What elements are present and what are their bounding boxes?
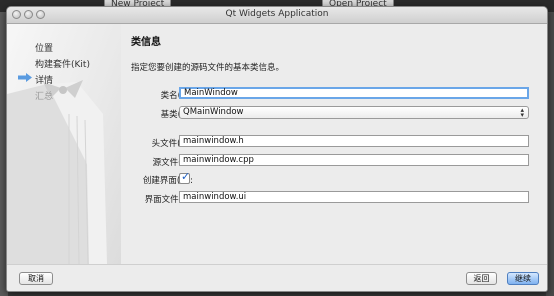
sidebar-item-location[interactable]: 位置	[35, 41, 53, 54]
sidebar-item-summary[interactable]: 汇总	[35, 89, 53, 102]
base-class-select[interactable]: QMainWindow ▴ ▾	[179, 106, 529, 119]
wizard-sidebar: 位置 构建套件(Kit) 详情 汇总	[7, 24, 121, 264]
wizard-window: Qt Widgets Application 位置 构建套件(Kit) 详情 汇…	[6, 6, 548, 292]
page-title: 类信息	[131, 37, 161, 48]
page-description: 指定您要创建的源码文件的基本类信息。	[131, 63, 285, 73]
wizard-footer: 取消 返回 继续	[7, 264, 547, 291]
checkmark-icon: ✓	[181, 170, 191, 183]
wizard-content: 类信息 指定您要创建的源码文件的基本类信息。 类名(C): MainWindow…	[121, 24, 547, 264]
form-file-input[interactable]: mainwindow.ui	[179, 191, 529, 203]
title-bar[interactable]: Qt Widgets Application	[7, 7, 547, 24]
header-file-input[interactable]: mainwindow.h	[179, 135, 529, 147]
base-class-value: QMainWindow	[183, 107, 244, 117]
cancel-button[interactable]: 取消	[19, 272, 53, 285]
continue-button[interactable]: 继续	[507, 272, 539, 285]
back-button[interactable]: 返回	[466, 272, 497, 285]
class-name-input[interactable]: MainWindow	[179, 87, 529, 99]
updown-arrows-icon: ▴ ▾	[520, 106, 524, 119]
sidebar-item-kits[interactable]: 构建套件(Kit)	[35, 57, 90, 70]
window-title: Qt Widgets Application	[225, 9, 329, 19]
source-file-input[interactable]: mainwindow.cpp	[179, 154, 529, 166]
current-step-arrow-icon	[18, 73, 32, 82]
sidebar-item-details[interactable]: 详情	[35, 73, 53, 86]
create-form-checkbox[interactable]: ✓	[179, 170, 191, 184]
